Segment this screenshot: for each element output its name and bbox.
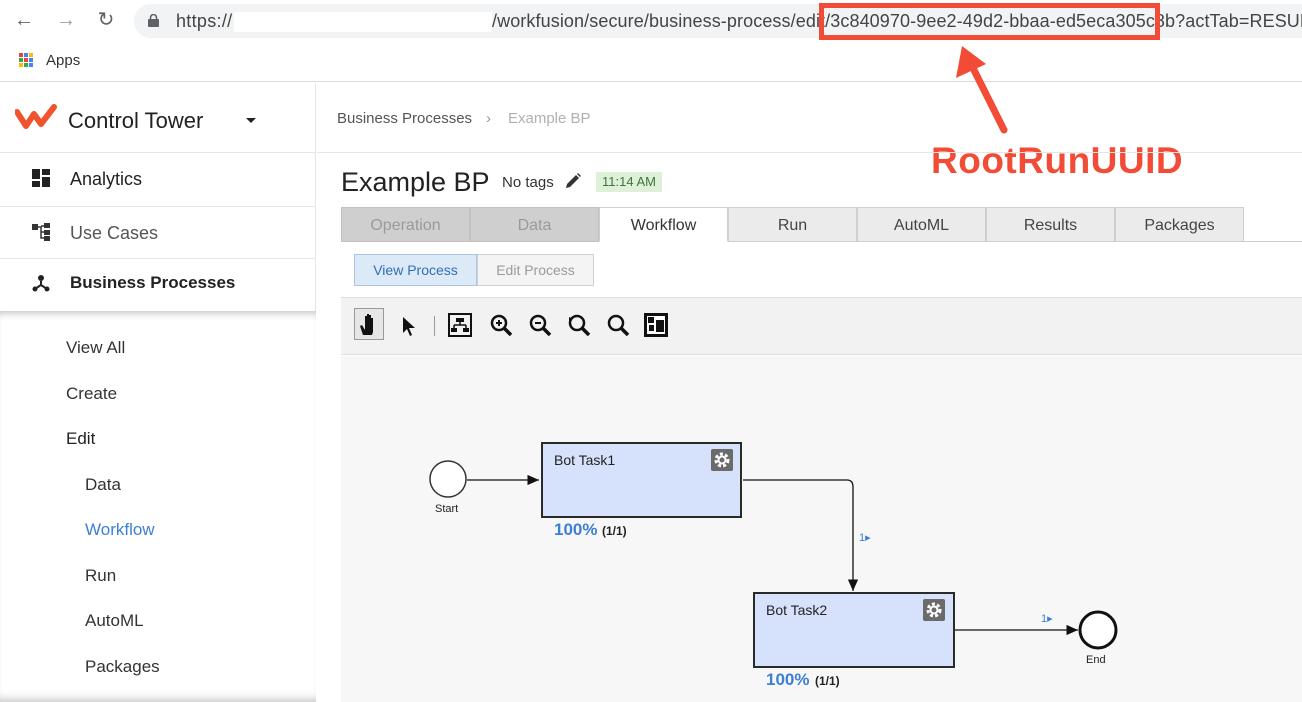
sidebar-item-business-processes[interactable]: Business Processes bbox=[0, 261, 316, 307]
chevron-down-icon[interactable] bbox=[246, 118, 256, 123]
end-label: End bbox=[1086, 654, 1106, 666]
sidebar-item-use-cases[interactable]: Use Cases bbox=[0, 210, 316, 256]
task-progress-percent: 100% bbox=[766, 670, 810, 689]
sidebar-item-label: Business Processes bbox=[70, 273, 236, 292]
forward-arrow-icon[interactable]: → bbox=[54, 8, 78, 32]
submenu-item-data[interactable]: Data bbox=[85, 475, 121, 495]
task-progress-percent: 100% bbox=[554, 520, 598, 539]
gear-icon[interactable] bbox=[923, 599, 945, 621]
submenu-item-edit[interactable]: Edit bbox=[66, 429, 95, 449]
hand-icon[interactable] bbox=[354, 308, 384, 340]
tags-label: No tags bbox=[502, 174, 554, 191]
sidebar-submenu bbox=[0, 311, 316, 702]
task-name: Bot Task1 bbox=[554, 452, 616, 468]
edit-process-button[interactable]: Edit Process bbox=[477, 254, 594, 286]
sidebar-item-label: Use Cases bbox=[70, 223, 159, 243]
apps-grid-icon[interactable] bbox=[19, 53, 34, 68]
tab-run[interactable]: Run bbox=[728, 207, 857, 242]
flow-count-badge: 1▸ bbox=[1041, 613, 1053, 625]
zoom-icon[interactable] bbox=[605, 311, 631, 339]
task-progress-count: (1/1) bbox=[602, 524, 627, 538]
divider bbox=[0, 152, 316, 153]
page-title: Example BP bbox=[341, 167, 490, 197]
sidebar-item-label: Analytics bbox=[70, 169, 143, 189]
uuid-highlight-box bbox=[819, 3, 1160, 40]
tab-automl[interactable]: AutoML bbox=[857, 207, 986, 242]
fit-diagram-icon[interactable] bbox=[447, 311, 473, 339]
view-process-button[interactable]: View Process bbox=[354, 254, 477, 286]
zoom-out-icon[interactable] bbox=[527, 311, 553, 339]
browser-address-bar: ← → ↻ https:// /workfusion/secure/busine… bbox=[0, 0, 1302, 42]
chevron-right-icon: › bbox=[486, 110, 491, 127]
tab-data[interactable]: Data bbox=[470, 207, 599, 242]
tab-operation[interactable]: Operation bbox=[341, 207, 470, 242]
task-progress-count: (1/1) bbox=[815, 674, 840, 688]
pointer-icon[interactable] bbox=[397, 311, 423, 339]
submenu-item-automl[interactable]: AutoML bbox=[85, 611, 144, 631]
time-badge: 11:14 AM bbox=[596, 172, 662, 192]
submenu-item-packages[interactable]: Packages bbox=[85, 657, 160, 677]
pencil-edit-icon[interactable] bbox=[564, 172, 582, 190]
tab-packages[interactable]: Packages bbox=[1115, 207, 1244, 242]
start-label: Start bbox=[435, 503, 459, 515]
app-title[interactable]: Control Tower bbox=[68, 108, 203, 134]
url-scheme: https:// bbox=[176, 11, 233, 31]
task-name: Bot Task2 bbox=[766, 602, 828, 618]
submenu-item-workflow[interactable]: Workflow bbox=[85, 520, 155, 540]
url-redacted-host bbox=[234, 12, 492, 32]
network-icon bbox=[32, 275, 50, 292]
submenu-item-run[interactable]: Run bbox=[85, 566, 116, 586]
zoom-in-icon[interactable] bbox=[488, 311, 514, 339]
submenu-item-view-all[interactable]: View All bbox=[66, 338, 125, 358]
toolbar-divider bbox=[434, 316, 435, 336]
tab-workflow[interactable]: Workflow bbox=[599, 207, 728, 242]
reload-icon[interactable]: ↻ bbox=[94, 8, 118, 32]
divider bbox=[0, 258, 316, 259]
tab-results[interactable]: Results bbox=[986, 207, 1115, 242]
sidebar-item-analytics[interactable]: Analytics bbox=[0, 156, 316, 202]
back-arrow-icon[interactable]: ← bbox=[12, 8, 36, 32]
diagram-toolbar bbox=[341, 297, 1302, 355]
divider bbox=[0, 206, 316, 207]
bookmarks-bar bbox=[0, 42, 1302, 82]
workfusion-logo-icon bbox=[15, 104, 57, 129]
breadcrumb-current: Example BP bbox=[508, 110, 591, 127]
zoom-reset-icon[interactable] bbox=[566, 311, 592, 339]
flow-count-badge: 1▸ bbox=[859, 532, 871, 544]
submenu-item-create[interactable]: Create bbox=[66, 384, 117, 404]
overview-icon[interactable] bbox=[643, 311, 669, 339]
lock-icon bbox=[148, 14, 159, 27]
dashboard-icon bbox=[32, 169, 50, 187]
hierarchy-icon bbox=[32, 223, 50, 241]
gear-icon[interactable] bbox=[711, 449, 733, 471]
apps-bookmark[interactable]: Apps bbox=[46, 52, 80, 69]
breadcrumb-parent-link[interactable]: Business Processes bbox=[337, 110, 472, 127]
